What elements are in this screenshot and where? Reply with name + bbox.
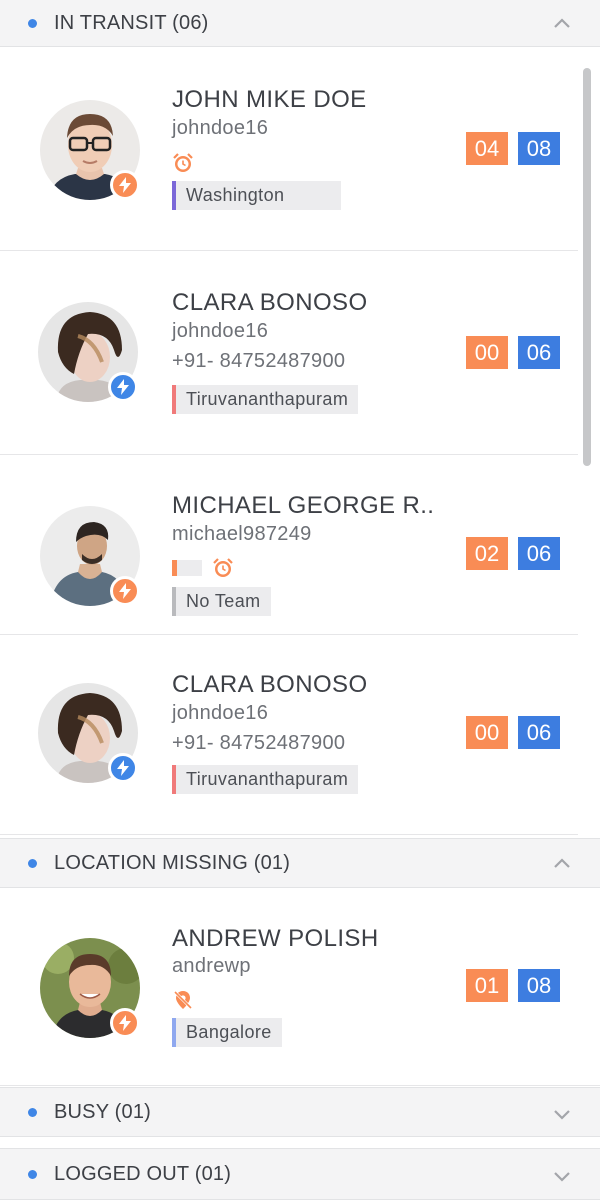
avatar	[40, 506, 140, 606]
chevron-up-icon[interactable]	[552, 14, 572, 34]
status-badge	[108, 372, 138, 402]
section-title: LOCATION MISSING (01)	[54, 851, 291, 874]
count-badge-orange: 02	[466, 537, 508, 570]
team-tag: No Team	[172, 587, 271, 616]
count-badge-orange: 01	[466, 969, 508, 1002]
driver-username: johndoe16	[172, 320, 269, 342]
count-badge-blue: 06	[518, 537, 560, 570]
driver-username: johndoe16	[172, 117, 269, 139]
section-title: IN TRANSIT (06)	[54, 11, 209, 34]
count-badge-orange: 00	[466, 336, 508, 369]
location-off-icon	[172, 989, 194, 1011]
count-badge-blue: 06	[518, 336, 560, 369]
driver-name: JOHN MIKE DOE	[172, 86, 367, 113]
section-header-in-transit[interactable]: IN TRANSIT (06)	[0, 0, 600, 47]
team-tag-label: No Team	[186, 591, 261, 611]
driver-username: andrewp	[172, 955, 251, 977]
team-tag-label: Tiruvananthapuram	[186, 389, 349, 409]
driver-name: MICHAEL GEORGE R..	[172, 492, 435, 519]
driver-card[interactable]: JOHN MIKE DOE johndoe16 Washington 04 08	[0, 48, 578, 251]
driver-phone: +91- 84752487900	[172, 350, 346, 372]
avatar	[38, 683, 138, 783]
driver-card[interactable]: MICHAEL GEORGE R.. michael987249 No Team…	[0, 455, 578, 635]
avatar	[40, 938, 140, 1038]
driver-card[interactable]: CLARA BONOSO johndoe16 +91- 84752487900 …	[0, 251, 578, 455]
scrollbar-thumb[interactable]	[583, 68, 591, 466]
count-badge-blue: 08	[518, 969, 560, 1002]
section-header-logged-out[interactable]: LOGGED OUT (01)	[0, 1148, 600, 1200]
count-badge-blue: 06	[518, 716, 560, 749]
team-tag: Tiruvananthapuram	[172, 765, 359, 794]
count-badge-orange: 00	[466, 716, 508, 749]
team-tag-label: Tiruvananthapuram	[186, 769, 349, 789]
chevron-down-icon[interactable]	[552, 1104, 572, 1124]
avatar	[38, 302, 138, 402]
count-badge-orange: 04	[466, 132, 508, 165]
section-dot	[28, 18, 37, 28]
chevron-down-icon[interactable]	[552, 1166, 572, 1186]
avatar	[40, 100, 140, 200]
status-badge	[110, 170, 140, 200]
status-badge	[110, 1008, 140, 1038]
team-tag: Washington	[172, 181, 341, 210]
driver-card[interactable]: CLARA BONOSO johndoe16 +91- 84752487900 …	[0, 635, 578, 835]
driver-card[interactable]: ANDREW POLISH andrewp Bangalore 01 08	[0, 888, 600, 1086]
driver-name: ANDREW POLISH	[172, 925, 379, 952]
team-tag: Bangalore	[172, 1018, 282, 1047]
driver-phone: +91- 84752487900	[172, 732, 346, 754]
driver-name: CLARA BONOSO	[172, 671, 368, 698]
progress-indicator	[172, 560, 202, 576]
status-badge	[108, 753, 138, 783]
section-title: BUSY (01)	[54, 1100, 152, 1123]
section-dot	[28, 1169, 37, 1179]
count-badge-blue: 08	[518, 132, 560, 165]
alarm-clock-icon	[172, 152, 194, 174]
team-tag-label: Bangalore	[186, 1022, 272, 1042]
driver-username: johndoe16	[172, 702, 269, 724]
team-tag-label: Washington	[186, 185, 285, 205]
chevron-up-icon[interactable]	[552, 854, 572, 874]
section-dot	[28, 858, 37, 868]
section-dot	[28, 1107, 37, 1117]
status-badge	[110, 576, 140, 606]
team-tag: Tiruvananthapuram	[172, 385, 359, 414]
section-header-busy[interactable]: BUSY (01)	[0, 1087, 600, 1137]
driver-name: CLARA BONOSO	[172, 289, 368, 316]
driver-username: michael987249	[172, 523, 312, 545]
alarm-clock-icon	[212, 557, 234, 579]
section-title: LOGGED OUT (01)	[54, 1162, 232, 1185]
section-header-location-missing[interactable]: LOCATION MISSING (01)	[0, 838, 600, 888]
